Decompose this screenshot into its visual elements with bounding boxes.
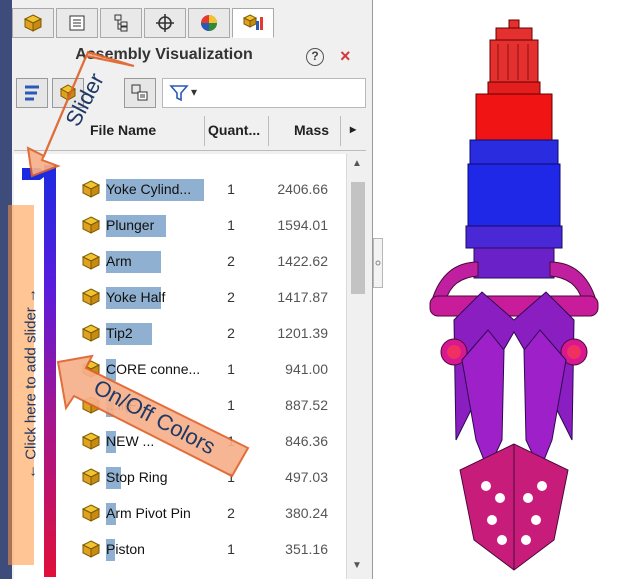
tab-dimxpert[interactable] bbox=[144, 8, 186, 38]
table-row[interactable]: Tip2 2 1201.39 bbox=[14, 316, 346, 352]
filter-icon bbox=[169, 85, 189, 102]
filter-dropdown-arrow[interactable]: ▾ bbox=[191, 85, 197, 99]
file-name-cell: Plunger bbox=[106, 217, 155, 233]
file-name-cell: Tip2 bbox=[106, 325, 133, 341]
part-icon bbox=[80, 322, 102, 344]
column-mass[interactable]: Mass bbox=[294, 122, 329, 138]
quantity-cell: 2 bbox=[227, 289, 235, 305]
file-name-cell: Piston bbox=[106, 541, 145, 557]
column-divider[interactable] bbox=[340, 116, 341, 146]
part-icon bbox=[80, 286, 102, 308]
part-icon bbox=[80, 214, 102, 236]
table-row[interactable]: Arm 2 1422.62 bbox=[14, 244, 346, 280]
part-icon bbox=[80, 178, 102, 200]
mass-cell: 941.00 bbox=[285, 361, 328, 377]
part-icon bbox=[23, 14, 43, 32]
mass-cell: 887.52 bbox=[285, 397, 328, 413]
assembly-visualization-icon bbox=[242, 14, 263, 30]
mass-cell: 846.36 bbox=[285, 433, 328, 449]
column-quantity[interactable]: Quant... bbox=[208, 122, 260, 138]
add-slider-label: ← Click here to add slider → bbox=[22, 288, 40, 479]
part-icon bbox=[80, 538, 102, 560]
help-button[interactable]: ? bbox=[306, 48, 324, 66]
scroll-thumb[interactable] bbox=[351, 182, 365, 294]
file-name-cell: Arm bbox=[106, 253, 132, 269]
colors-callout: On/Off Colors bbox=[56, 354, 250, 478]
file-name-cell: Yoke Cylind... bbox=[106, 181, 192, 197]
close-button[interactable]: × bbox=[340, 46, 351, 67]
part-icon bbox=[80, 250, 102, 272]
mass-cell: 1422.62 bbox=[277, 253, 328, 269]
dimxpert-icon bbox=[156, 14, 174, 32]
tab-assembly-visualization[interactable] bbox=[232, 8, 274, 38]
vertical-scrollbar[interactable]: ▲ ▼ bbox=[346, 154, 369, 579]
mass-cell: 380.24 bbox=[285, 505, 328, 521]
slider-callout: Slider bbox=[26, 50, 135, 178]
scroll-down-icon[interactable]: ▼ bbox=[352, 560, 362, 571]
quantity-cell: 1 bbox=[227, 217, 235, 233]
table-row[interactable]: Plunger 1 1594.01 bbox=[14, 208, 346, 244]
mass-cell: 1201.39 bbox=[277, 325, 328, 341]
part-icon bbox=[80, 502, 102, 524]
quantity-cell: 2 bbox=[227, 253, 235, 269]
mass-cell: 351.16 bbox=[285, 541, 328, 557]
quantity-cell: 1 bbox=[227, 541, 235, 557]
filter-box[interactable]: ▾ bbox=[162, 78, 366, 108]
assembly-model bbox=[429, 19, 599, 571]
3d-model-viewport[interactable] bbox=[392, 0, 636, 579]
tab-feature-manager[interactable] bbox=[12, 8, 54, 38]
assembly-visualization-panel: Assembly Visualization ? × ▾ File Name Q… bbox=[0, 0, 373, 579]
mass-cell: 1594.01 bbox=[277, 217, 328, 233]
collapse-grip-icon bbox=[375, 260, 381, 266]
quantity-cell: 2 bbox=[227, 325, 235, 341]
scroll-up-icon[interactable]: ▲ bbox=[352, 158, 362, 169]
quantity-cell: 2 bbox=[227, 505, 235, 521]
quantity-cell: 1 bbox=[227, 181, 235, 197]
table-row[interactable]: Arm Pivot Pin 2 380.24 bbox=[14, 496, 346, 532]
column-divider[interactable] bbox=[204, 116, 205, 146]
table-row[interactable]: Yoke Half 2 1417.87 bbox=[14, 280, 346, 316]
manager-tabs bbox=[12, 8, 372, 38]
mass-cell: 497.03 bbox=[285, 469, 328, 485]
tab-display-manager[interactable] bbox=[188, 8, 230, 38]
mass-cell: 1417.87 bbox=[277, 289, 328, 305]
mass-cell: 2406.66 bbox=[277, 181, 328, 197]
configuration-manager-icon bbox=[114, 14, 128, 32]
display-manager-icon bbox=[201, 15, 217, 31]
panel-collapse-handle[interactable] bbox=[373, 238, 383, 288]
column-divider[interactable] bbox=[268, 116, 269, 146]
more-columns-arrow[interactable]: ▸ bbox=[350, 122, 356, 136]
tab-property-manager[interactable] bbox=[56, 8, 98, 38]
tab-configuration-manager[interactable] bbox=[100, 8, 142, 38]
property-manager-icon bbox=[69, 15, 85, 31]
file-name-cell: Arm Pivot Pin bbox=[106, 505, 191, 521]
table-row[interactable]: Piston 1 351.16 bbox=[14, 532, 346, 568]
file-name-cell: Yoke Half bbox=[106, 289, 166, 305]
colors-callout-text: On/Off Colors bbox=[90, 374, 220, 459]
